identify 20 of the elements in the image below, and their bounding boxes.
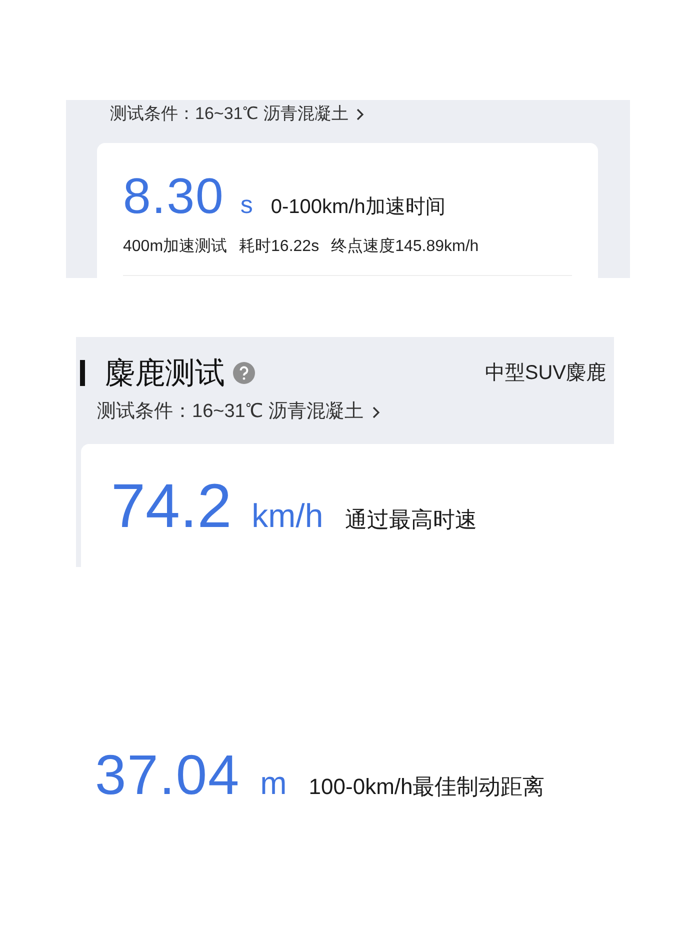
metric-label: 0-100km/h加速时间: [270, 197, 446, 217]
detail-text: 终点速度145.89km/h: [331, 236, 479, 257]
title-bar-marker: [80, 360, 85, 386]
section-title: 麋鹿测试: [105, 356, 225, 392]
metric-unit: km/h: [252, 499, 324, 532]
metric-value: 8.30: [123, 171, 224, 221]
detail-text: 400m加速测试: [123, 236, 228, 257]
detail-text: 耗时16.22s: [239, 236, 320, 257]
metric-unit: s: [240, 193, 253, 218]
help-icon[interactable]: [233, 362, 255, 384]
metric-label: 100-0km/h最佳制动距离: [308, 776, 545, 798]
metric-value: 37.04: [95, 747, 240, 803]
chevron-right-icon[interactable]: [356, 108, 364, 120]
test-conditions: 测试条件：16~31℃ 沥青混凝土: [110, 103, 348, 126]
test-conditions: 测试条件：16~31℃ 沥青混凝土: [97, 400, 364, 424]
vehicle-category: 中型SUV麋鹿: [484, 361, 606, 386]
metric-unit: m: [260, 767, 287, 799]
chevron-right-icon[interactable]: [372, 406, 380, 418]
metric-value: 74.2: [111, 476, 232, 538]
metric-label: 通过最高时速: [345, 509, 478, 531]
